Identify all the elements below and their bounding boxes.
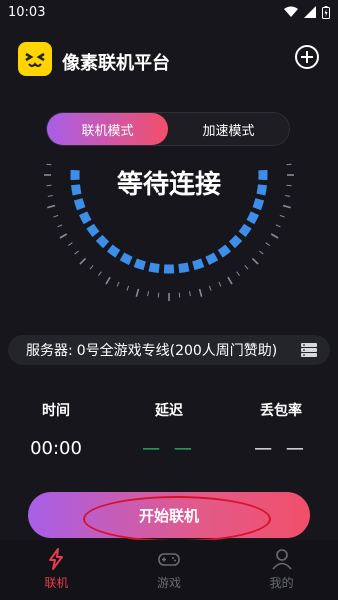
gauge-tick (251, 257, 259, 265)
nav-item-online[interactable]: 联机 (0, 540, 113, 600)
gauge-tick (67, 242, 73, 246)
nav-item-games[interactable]: 游戏 (113, 540, 226, 600)
gauge-status-label: 等待连接 (116, 170, 221, 200)
gauge-arc-segment (228, 234, 243, 249)
gauge-arc-segment (178, 262, 190, 273)
stat-packet-loss: 丢包率 — — (231, 400, 331, 459)
signal-icon (304, 6, 316, 18)
gauge-tick (98, 271, 102, 277)
tab-online-mode[interactable]: 联机模式 (47, 113, 168, 145)
nav-item-online-label: 联机 (44, 576, 69, 590)
gauge-tick (47, 204, 56, 209)
app-title: 像素联机平台 (62, 53, 170, 74)
gauge-tick (265, 242, 271, 246)
start-connection-button[interactable]: 开始联机 (28, 492, 310, 538)
gauge-arc-segment (217, 244, 231, 258)
gauge-tick (236, 271, 240, 277)
status-bar: 10:03 (0, 0, 338, 24)
stat-latency: 延迟 — — (119, 400, 219, 459)
stat-latency-label: 延迟 (155, 403, 183, 419)
stat-time-label: 时间 (42, 403, 70, 419)
pixel-face-icon (25, 52, 45, 67)
gamepad-icon (158, 553, 180, 566)
server-selector[interactable]: 服务器: 0号全游戏专线(200人周门赞助) (8, 335, 330, 365)
stat-time-value: 00:00 (30, 438, 82, 459)
add-button[interactable] (294, 44, 320, 70)
gauge-tick (57, 224, 63, 228)
status-time: 10:03 (8, 4, 46, 20)
start-connection-label: 开始联机 (138, 506, 199, 525)
wifi-icon (284, 6, 298, 17)
gauge-tick (218, 281, 222, 287)
gauge-tick (126, 285, 130, 291)
nav-item-profile-label: 我的 (269, 576, 294, 590)
stat-packet-loss-value: — — (254, 438, 308, 459)
stat-packet-loss-label: 丢包率 (260, 403, 302, 419)
gauge-tick (147, 291, 150, 297)
gauge-arc-segment (133, 258, 146, 271)
user-icon (272, 549, 292, 570)
gauge-arc-segment (192, 258, 205, 271)
gauge-tick (89, 265, 94, 270)
gauge-tick (53, 214, 59, 218)
gauge-arc-segment (148, 262, 160, 273)
tab-accelerate-mode[interactable]: 加速模式 (168, 113, 289, 145)
battery-icon (322, 5, 330, 19)
gauge-arc-segment (205, 252, 219, 265)
gauge-tick (279, 214, 285, 218)
stats-panel: 时间 00:00 延迟 — — 丢包率 — — (0, 400, 338, 460)
nav-item-games-label: 游戏 (157, 576, 182, 590)
gauge-tick (275, 224, 281, 228)
app-header: 像素联机平台 (0, 40, 338, 80)
server-label: 服务器: (26, 343, 73, 359)
gauge-tick (244, 265, 249, 270)
mode-switch: 联机模式 加速模式 (46, 112, 290, 146)
gauge-tick (74, 250, 79, 255)
gauge-tick (259, 250, 264, 255)
gauge-tick (198, 288, 203, 297)
gauge-arc-segment (107, 244, 121, 258)
gauge-arc-segment (246, 211, 259, 225)
gauge-tick (227, 276, 233, 285)
gauge-tick (105, 276, 111, 285)
bottom-nav: 联机 游戏 我的 (0, 540, 338, 600)
gauge-arc-segment (79, 211, 92, 225)
lightning-icon (49, 548, 64, 570)
gauge-arc-segment (119, 252, 133, 265)
gauge-tick (188, 291, 191, 297)
gauge-tick (59, 233, 68, 239)
status-icons (284, 5, 330, 19)
server-name: 0号全游戏专线(200人周门赞助) (76, 343, 278, 359)
gauge-tick (135, 288, 140, 297)
gauge-arc-segment (238, 223, 252, 237)
gauge-arc-segment (95, 234, 110, 249)
nav-item-profile[interactable]: 我的 (225, 540, 338, 600)
gauge-tick (282, 204, 291, 209)
gauge-arc-segment (86, 223, 100, 237)
app-logo (18, 42, 52, 76)
gauge-tick (79, 257, 87, 265)
gauge-tick (270, 233, 279, 239)
server-list-icon[interactable] (300, 341, 318, 359)
stat-time: 时间 00:00 (6, 400, 106, 459)
gauge-tick (116, 281, 120, 287)
stat-latency-value: — — (142, 438, 196, 459)
plus-circle-icon (295, 45, 319, 69)
gauge-tick (208, 285, 212, 291)
